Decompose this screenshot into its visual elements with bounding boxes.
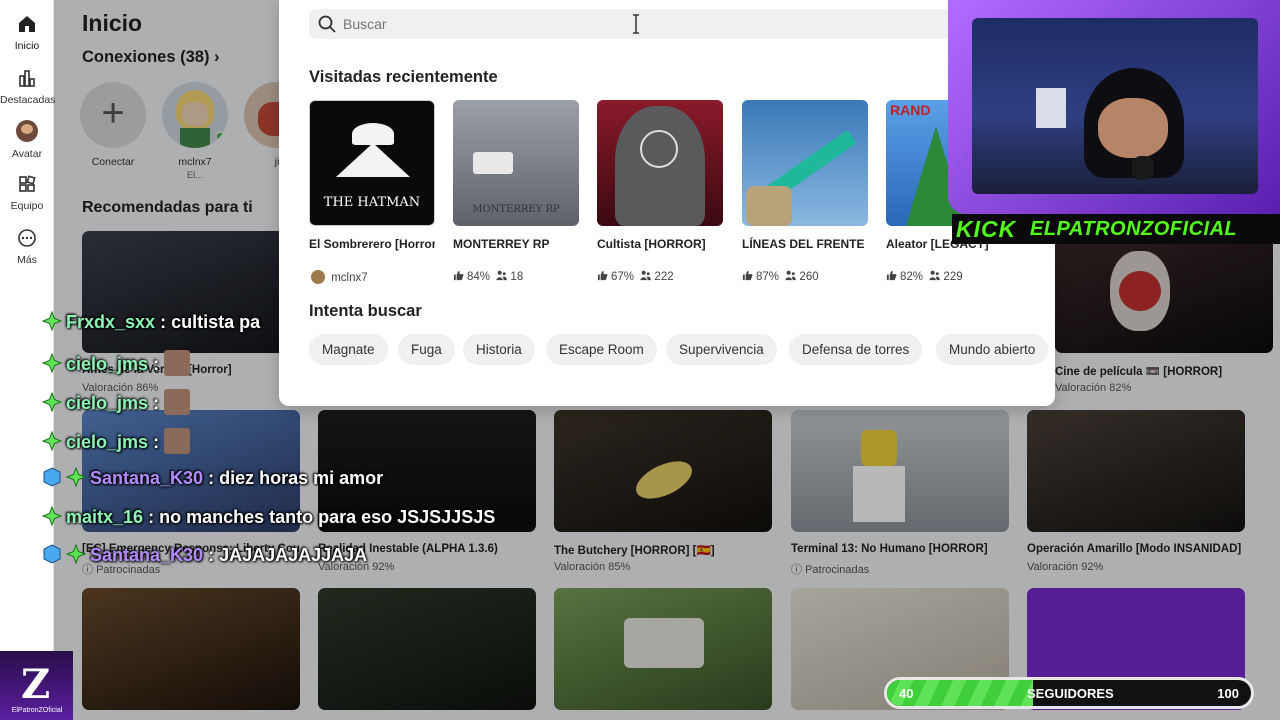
thumbs-up-icon [453, 270, 464, 281]
sparkle-badge-icon [66, 467, 86, 487]
kick-logo: KICK [956, 216, 1017, 242]
search-chip[interactable]: Historia [463, 334, 535, 365]
search-icon [318, 15, 336, 33]
sidebar-item-charts[interactable]: Destacadas [0, 68, 55, 106]
emote-icon [164, 350, 191, 376]
inventory-icon [19, 175, 36, 192]
search-chip[interactable]: Fuga [398, 334, 455, 365]
chart-icon [19, 70, 35, 87]
follower-goal-bar: 40 SEGUIDORES 100 [884, 677, 1254, 709]
search-bar[interactable] [309, 9, 1009, 39]
sparkle-badge-icon [42, 431, 62, 451]
players-icon [929, 270, 941, 281]
cube-badge-icon [43, 467, 61, 487]
emote-icon [164, 428, 191, 454]
avatar-icon [16, 120, 38, 142]
search-chip[interactable]: Defensa de torres [789, 334, 923, 365]
channel-logo: Z ElPatronZOficial [0, 651, 73, 720]
recent-game-card[interactable]: THE HATMAN El Sombrerero [Horror] [309, 100, 435, 251]
webcam-frame [948, 0, 1280, 214]
players-icon [785, 270, 797, 281]
recent-game-card[interactable]: Cultista [HORROR] [597, 100, 723, 251]
channel-name: ELPATRONZOFICIAL [1030, 218, 1238, 240]
chat-message: maitx_16 : no manches tanto para eso JSJ… [42, 506, 495, 530]
search-input[interactable] [343, 13, 983, 35]
recent-game-card[interactable]: MONTERREY RP MONTERREY RP [453, 100, 579, 251]
chat-message: cielo_jms : [42, 428, 191, 454]
channel-banner: KICK ELPATRONZOFICIAL [952, 214, 1280, 244]
sparkle-badge-icon [42, 392, 62, 412]
more-icon [18, 229, 36, 247]
chat-message: Santana_K30 : diez horas mi amor [42, 467, 383, 491]
chat-message: Santana_K30 : JAJAJAJAJJAJA [42, 544, 367, 568]
sidebar-item-inventory[interactable]: Equipo [0, 174, 54, 212]
emote-icon [164, 389, 191, 415]
text-cursor-icon [633, 14, 639, 34]
recent-game-card[interactable]: LÍNEAS DEL FRENTE [742, 100, 868, 251]
players-icon [496, 270, 508, 281]
players-icon [640, 270, 652, 281]
sparkle-badge-icon [66, 544, 86, 564]
search-chip[interactable]: Mundo abierto [936, 334, 1049, 365]
recent-title: Visitadas recientemente [309, 68, 498, 86]
sparkle-badge-icon [42, 311, 62, 331]
webcam-feed [972, 18, 1258, 194]
sidebar-item-home[interactable]: Inicio [0, 14, 54, 52]
chat-message: cielo_jms : [42, 389, 191, 415]
search-chip[interactable]: Supervivencia [666, 334, 777, 365]
home-icon [19, 16, 35, 32]
creator-avatar-icon [311, 270, 325, 284]
chat-message: Frxdx_sxx : cultista pa [42, 311, 260, 335]
sparkle-badge-icon [42, 506, 62, 526]
thumbs-up-icon [742, 270, 753, 281]
cube-badge-icon [43, 544, 61, 564]
search-chip[interactable]: Magnate [309, 334, 388, 365]
thumbs-up-icon [886, 270, 897, 281]
sidebar-item-avatar[interactable]: Avatar [0, 120, 54, 160]
sidebar-item-more[interactable]: Más [0, 228, 54, 266]
thumbs-up-icon [597, 270, 608, 281]
chat-message: cielo_jms : [42, 350, 191, 376]
try-search-title: Intenta buscar [309, 302, 422, 320]
sparkle-badge-icon [42, 353, 62, 373]
search-chip[interactable]: Escape Room [546, 334, 657, 365]
search-dropdown: Visitadas recientemente THE HATMAN El So… [279, 0, 1055, 406]
